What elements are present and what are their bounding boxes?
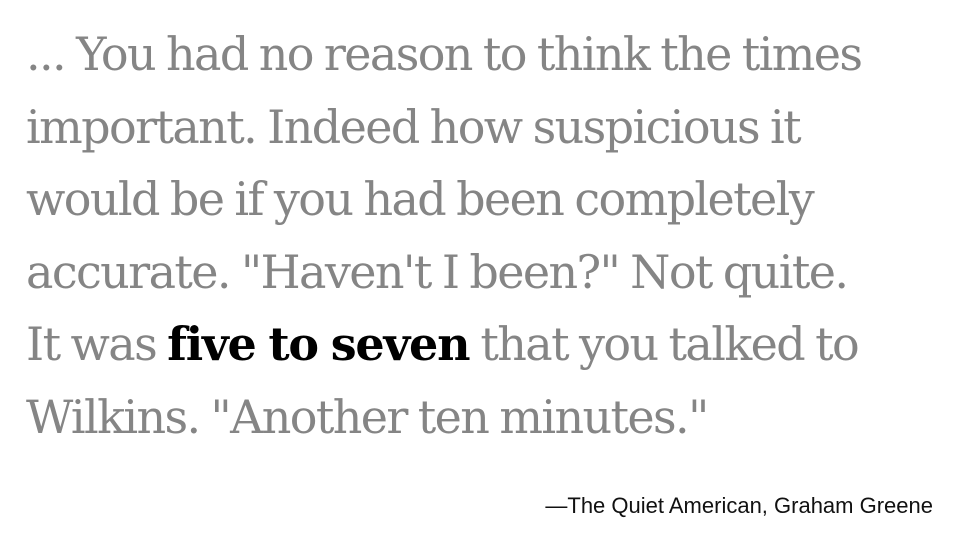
quote-text-before-highlight: It was: [26, 317, 168, 371]
quote-line: would be if you had been completely: [26, 172, 815, 226]
quote-attribution: —The Quiet American, Graham Greene: [545, 493, 933, 518]
quote-line: ... You had no reason to think the times: [26, 27, 863, 81]
quote-text-after-highlight: that you talked to: [469, 317, 859, 371]
highlighted-phrase: five to seven: [167, 317, 470, 371]
quote-line: important. Indeed how suspicious it: [26, 99, 802, 154]
quote-line: accurate. "Haven't I been?" Not quite.: [26, 244, 849, 299]
quote-block: ... You had no reason to think the times…: [26, 18, 946, 453]
quote-line: Wilkins. "Another ten minutes.": [26, 389, 709, 444]
quote-line-highlighted: It was five to seven that you talked to: [26, 308, 946, 381]
